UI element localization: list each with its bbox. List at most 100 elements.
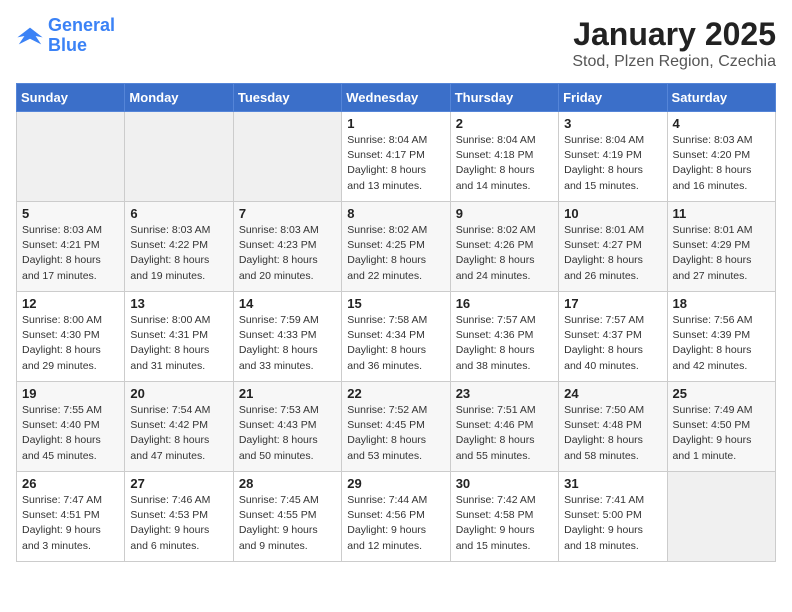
calendar-cell: 21 Sunrise: 7:53 AM Sunset: 4:43 PM Dayli… [233, 382, 341, 472]
calendar-table: SundayMondayTuesdayWednesdayThursdayFrid… [16, 83, 776, 562]
calendar-week-1: 1 Sunrise: 8:04 AM Sunset: 4:17 PM Daylig… [17, 112, 776, 202]
calendar-cell: 12 Sunrise: 8:00 AM Sunset: 4:30 PM Dayli… [17, 292, 125, 382]
weekday-header-tuesday: Tuesday [233, 84, 341, 112]
logo-text: General Blue [48, 16, 115, 56]
day-info: Sunrise: 7:45 AM Sunset: 4:55 PM Dayligh… [239, 493, 336, 554]
day-number: 18 [673, 296, 770, 311]
day-number: 26 [22, 476, 119, 491]
calendar-cell: 4 Sunrise: 8:03 AM Sunset: 4:20 PM Daylig… [667, 112, 775, 202]
day-info: Sunrise: 7:44 AM Sunset: 4:56 PM Dayligh… [347, 493, 444, 554]
day-info: Sunrise: 7:53 AM Sunset: 4:43 PM Dayligh… [239, 403, 336, 464]
calendar-subtitle: Stod, Plzen Region, Czechia [572, 53, 776, 71]
day-number: 25 [673, 386, 770, 401]
day-number: 19 [22, 386, 119, 401]
calendar-week-3: 12 Sunrise: 8:00 AM Sunset: 4:30 PM Dayli… [17, 292, 776, 382]
calendar-cell: 26 Sunrise: 7:47 AM Sunset: 4:51 PM Dayli… [17, 472, 125, 562]
day-info: Sunrise: 7:57 AM Sunset: 4:37 PM Dayligh… [564, 313, 661, 374]
calendar-cell: 27Sunrise: 7:46 AM Sunset: 4:53 PM Dayli… [125, 472, 233, 562]
day-number: 28 [239, 476, 336, 491]
day-number: 15 [347, 296, 444, 311]
calendar-cell: 18 Sunrise: 7:56 AM Sunset: 4:39 PM Dayli… [667, 292, 775, 382]
day-number: 2 [456, 116, 553, 131]
day-info: Sunrise: 7:52 AM Sunset: 4:45 PM Dayligh… [347, 403, 444, 464]
calendar-cell: 30Sunrise: 7:42 AM Sunset: 4:58 PM Dayli… [450, 472, 558, 562]
calendar-cell: 1 Sunrise: 8:04 AM Sunset: 4:17 PM Daylig… [342, 112, 450, 202]
calendar-title-block: January 2025 Stod, Plzen Region, Czechia [572, 16, 776, 71]
calendar-cell [667, 472, 775, 562]
calendar-cell: 17 Sunrise: 7:57 AM Sunset: 4:37 PM Dayli… [559, 292, 667, 382]
day-number: 30 [456, 476, 553, 491]
calendar-cell: 15Sunrise: 7:58 AM Sunset: 4:34 PM Dayli… [342, 292, 450, 382]
day-number: 21 [239, 386, 336, 401]
calendar-cell: 31 Sunrise: 7:41 AM Sunset: 5:00 PM Dayli… [559, 472, 667, 562]
day-info: Sunrise: 8:01 AM Sunset: 4:29 PM Dayligh… [673, 223, 770, 284]
day-info: Sunrise: 8:00 AM Sunset: 4:30 PM Dayligh… [22, 313, 119, 374]
calendar-cell: 3 Sunrise: 8:04 AM Sunset: 4:19 PM Daylig… [559, 112, 667, 202]
calendar-cell: 19Sunrise: 7:55 AM Sunset: 4:40 PM Dayli… [17, 382, 125, 472]
calendar-cell: 6 Sunrise: 8:03 AM Sunset: 4:22 PM Daylig… [125, 202, 233, 292]
calendar-cell: 8 Sunrise: 8:02 AM Sunset: 4:25 PM Daylig… [342, 202, 450, 292]
calendar-cell: 2 Sunrise: 8:04 AM Sunset: 4:18 PM Daylig… [450, 112, 558, 202]
day-info: Sunrise: 8:03 AM Sunset: 4:20 PM Dayligh… [673, 133, 770, 194]
day-number: 16 [456, 296, 553, 311]
day-info: Sunrise: 8:04 AM Sunset: 4:18 PM Dayligh… [456, 133, 553, 194]
day-number: 4 [673, 116, 770, 131]
day-info: Sunrise: 8:04 AM Sunset: 4:19 PM Dayligh… [564, 133, 661, 194]
calendar-cell: 24 Sunrise: 7:50 AM Sunset: 4:48 PM Dayli… [559, 382, 667, 472]
day-info: Sunrise: 7:41 AM Sunset: 5:00 PM Dayligh… [564, 493, 661, 554]
day-number: 8 [347, 206, 444, 221]
day-number: 23 [456, 386, 553, 401]
calendar-cell: 22Sunrise: 7:52 AM Sunset: 4:45 PM Dayli… [342, 382, 450, 472]
day-number: 6 [130, 206, 227, 221]
weekday-header-saturday: Saturday [667, 84, 775, 112]
weekday-header-thursday: Thursday [450, 84, 558, 112]
day-number: 17 [564, 296, 661, 311]
calendar-cell: 25Sunrise: 7:49 AM Sunset: 4:50 PM Dayli… [667, 382, 775, 472]
day-info: Sunrise: 7:54 AM Sunset: 4:42 PM Dayligh… [130, 403, 227, 464]
weekday-header-friday: Friday [559, 84, 667, 112]
calendar-cell: 16Sunrise: 7:57 AM Sunset: 4:36 PM Dayli… [450, 292, 558, 382]
calendar-cell: 28 Sunrise: 7:45 AM Sunset: 4:55 PM Dayli… [233, 472, 341, 562]
calendar-cell: 13Sunrise: 8:00 AM Sunset: 4:31 PM Dayli… [125, 292, 233, 382]
calendar-week-2: 5 Sunrise: 8:03 AM Sunset: 4:21 PM Daylig… [17, 202, 776, 292]
day-number: 11 [673, 206, 770, 221]
day-info: Sunrise: 8:03 AM Sunset: 4:21 PM Dayligh… [22, 223, 119, 284]
day-info: Sunrise: 8:02 AM Sunset: 4:25 PM Dayligh… [347, 223, 444, 284]
day-info: Sunrise: 8:02 AM Sunset: 4:26 PM Dayligh… [456, 223, 553, 284]
day-info: Sunrise: 8:01 AM Sunset: 4:27 PM Dayligh… [564, 223, 661, 284]
day-info: Sunrise: 8:03 AM Sunset: 4:23 PM Dayligh… [239, 223, 336, 284]
day-number: 10 [564, 206, 661, 221]
day-info: Sunrise: 8:03 AM Sunset: 4:22 PM Dayligh… [130, 223, 227, 284]
day-info: Sunrise: 7:56 AM Sunset: 4:39 PM Dayligh… [673, 313, 770, 374]
calendar-cell: 11 Sunrise: 8:01 AM Sunset: 4:29 PM Dayli… [667, 202, 775, 292]
calendar-cell: 23Sunrise: 7:51 AM Sunset: 4:46 PM Dayli… [450, 382, 558, 472]
day-info: Sunrise: 8:04 AM Sunset: 4:17 PM Dayligh… [347, 133, 444, 194]
page-header: General Blue January 2025 Stod, Plzen Re… [16, 16, 776, 71]
day-number: 7 [239, 206, 336, 221]
weekday-header-wednesday: Wednesday [342, 84, 450, 112]
calendar-cell: 29Sunrise: 7:44 AM Sunset: 4:56 PM Dayli… [342, 472, 450, 562]
weekday-row: SundayMondayTuesdayWednesdayThursdayFrid… [17, 84, 776, 112]
calendar-cell: 14Sunrise: 7:59 AM Sunset: 4:33 PM Dayli… [233, 292, 341, 382]
logo-icon [16, 22, 44, 50]
day-number: 5 [22, 206, 119, 221]
day-info: Sunrise: 7:50 AM Sunset: 4:48 PM Dayligh… [564, 403, 661, 464]
calendar-header: SundayMondayTuesdayWednesdayThursdayFrid… [17, 84, 776, 112]
day-number: 27 [130, 476, 227, 491]
day-number: 1 [347, 116, 444, 131]
day-number: 31 [564, 476, 661, 491]
day-number: 12 [22, 296, 119, 311]
calendar-cell: 5 Sunrise: 8:03 AM Sunset: 4:21 PM Daylig… [17, 202, 125, 292]
calendar-cell [233, 112, 341, 202]
day-number: 24 [564, 386, 661, 401]
calendar-title: January 2025 [572, 16, 776, 53]
day-number: 13 [130, 296, 227, 311]
calendar-cell: 9 Sunrise: 8:02 AM Sunset: 4:26 PM Daylig… [450, 202, 558, 292]
day-number: 14 [239, 296, 336, 311]
day-number: 3 [564, 116, 661, 131]
day-info: Sunrise: 7:47 AM Sunset: 4:51 PM Dayligh… [22, 493, 119, 554]
weekday-header-sunday: Sunday [17, 84, 125, 112]
calendar-body: 1 Sunrise: 8:04 AM Sunset: 4:17 PM Daylig… [17, 112, 776, 562]
weekday-header-monday: Monday [125, 84, 233, 112]
day-number: 9 [456, 206, 553, 221]
